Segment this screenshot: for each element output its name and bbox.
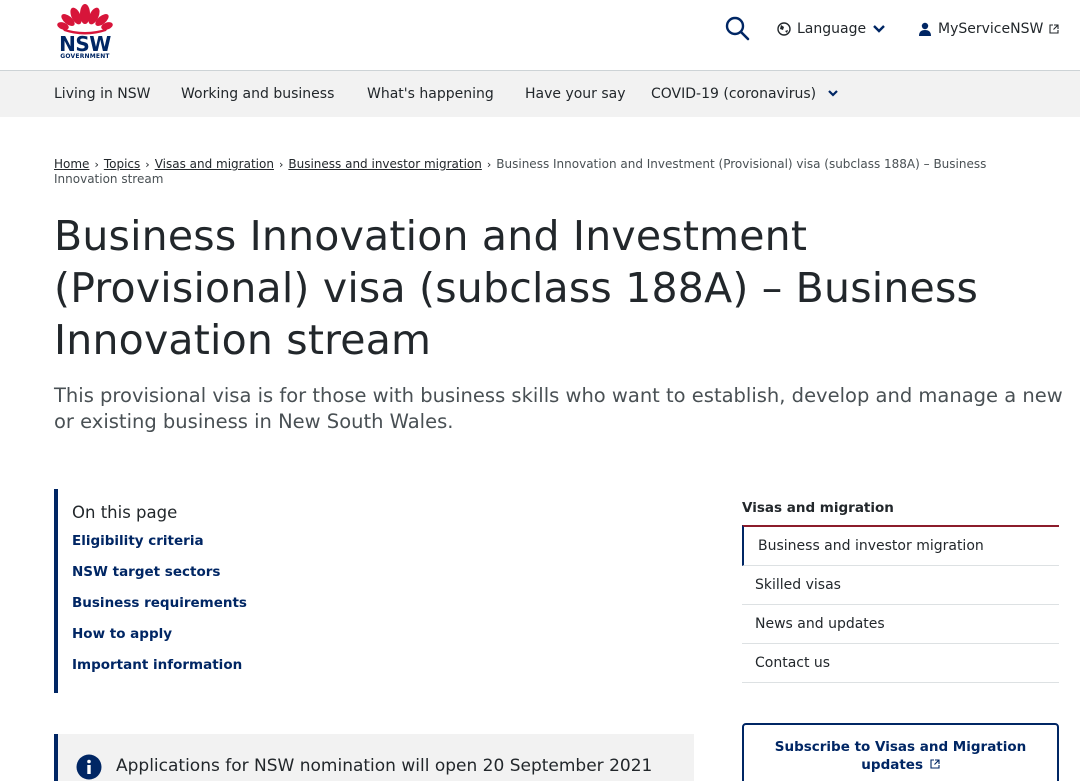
on-this-page-link-target-sectors[interactable]: NSW target sectors (72, 562, 374, 593)
side-nav-item-skilled-visas[interactable]: Skilled visas (742, 566, 1059, 605)
user-icon (919, 22, 931, 36)
breadcrumb-business-and-investor-migration[interactable]: Business and investor migration (288, 157, 482, 171)
chevron-right-icon: › (94, 158, 99, 171)
side-nav-item-news-and-updates[interactable]: News and updates (742, 605, 1059, 644)
nav-item-whats-happening[interactable]: What's happening (367, 71, 494, 117)
globe-icon (777, 22, 791, 36)
on-this-page-heading: On this page (72, 503, 178, 522)
chevron-right-icon: › (278, 158, 284, 171)
language-selector[interactable]: Language (777, 18, 886, 40)
nav-item-covid-19-label: COVID-19 (coronavirus) (651, 86, 817, 102)
search-icon[interactable] (723, 14, 751, 42)
on-this-page-link-how-to-apply[interactable]: How to apply (72, 624, 374, 655)
nav-item-covid-19[interactable]: COVID-19 (coronavirus) (651, 71, 839, 117)
page-title: Business Innovation and Investment (Prov… (54, 212, 979, 364)
external-link-icon (930, 759, 940, 769)
subscribe-label-line1: Subscribe to Visas and Migration (774, 739, 1027, 755)
page-intro: This provisional visa is for those with … (54, 384, 1063, 433)
subscribe-label-line2: updates (861, 757, 923, 773)
notice-text: Applications for NSW nomination will ope… (116, 756, 653, 776)
chevron-down-icon (827, 90, 838, 97)
nav-item-have-your-say[interactable]: Have your say (525, 71, 626, 117)
breadcrumb-visas-and-migration[interactable]: Visas and migration (155, 157, 274, 171)
breadcrumb-topics[interactable]: Topics (104, 157, 140, 171)
on-this-page-link-eligibility[interactable]: Eligibility criteria (72, 531, 374, 562)
breadcrumb: Home › Topics › Visas and migration › Business… (54, 157, 1034, 186)
myservicensw-link[interactable]: MyServiceNSW (918, 18, 1059, 40)
side-nav-item-business-and-investor-migration[interactable]: Business and investor migration (742, 525, 1059, 566)
chevron-down-icon (873, 25, 885, 33)
side-nav-heading[interactable]: Visas and migration (742, 500, 894, 516)
on-this-page-link-business-requirements[interactable]: Business requirements (72, 593, 374, 624)
chevron-right-icon: › (486, 158, 492, 171)
main-navigation: Living in NSW Working and business What'… (0, 71, 1080, 117)
myservicensw-label: MyServiceNSW (938, 21, 1044, 37)
external-link-icon (1049, 24, 1059, 34)
side-nav-item-contact-us[interactable]: Contact us (742, 644, 1059, 683)
nav-item-living-in-nsw[interactable]: Living in NSW (54, 71, 151, 117)
breadcrumb-home[interactable]: Home (54, 157, 89, 171)
on-this-page: On this page Eligibility criteria NSW ta… (54, 489, 374, 693)
side-nav: Business and investor migration Skilled … (742, 525, 1059, 683)
on-this-page-link-important-information[interactable]: Important information (72, 655, 374, 686)
notice-callout: Applications for NSW nomination will ope… (54, 734, 694, 781)
subscribe-button[interactable]: Subscribe to Visas and Migration updates (742, 723, 1059, 781)
logo-subtext: GOVERNMENT (60, 53, 110, 60)
info-icon (76, 754, 102, 780)
language-label: Language (797, 21, 867, 37)
subscribe-label-line2-wrap: updates (744, 756, 1057, 774)
site-header: NSW GOVERNMENT Language MyServiceNSW (0, 0, 1080, 71)
chevron-right-icon: › (145, 158, 150, 171)
nav-item-working-and-business[interactable]: Working and business (181, 71, 334, 117)
